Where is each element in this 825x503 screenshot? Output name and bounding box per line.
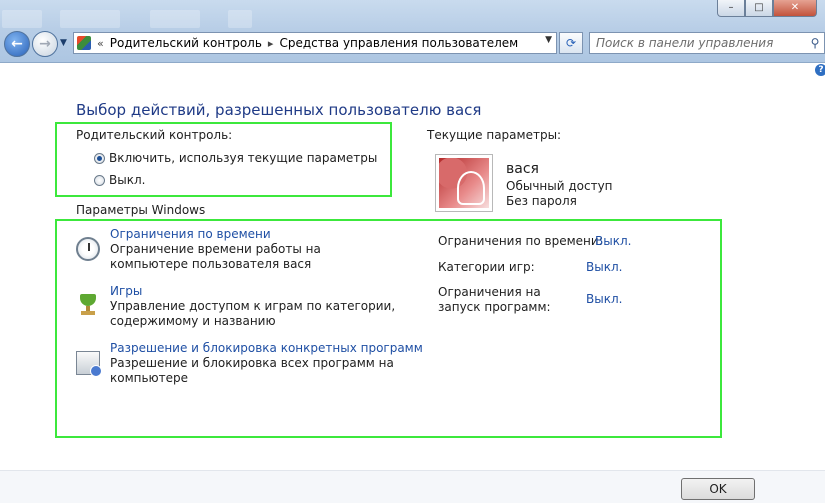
page-title: Выбор действий, разрешенных пользователю… — [76, 101, 482, 119]
control-panel-icon — [77, 36, 91, 50]
radio-enable-label[interactable]: Включить, используя текущие параметры — [109, 151, 377, 165]
status-time-limits-label: Ограничения по времени: — [438, 234, 603, 248]
forward-arrow-icon[interactable]: → — [32, 31, 58, 57]
status-games-value: Выкл. — [586, 260, 623, 274]
window-controls: – □ ✕ — [717, 0, 817, 17]
back-arrow-icon[interactable]: ← — [4, 31, 30, 57]
address-dropdown-icon[interactable]: ▼ — [545, 35, 552, 45]
radio-button-selected[interactable] — [94, 152, 105, 164]
user-avatar — [435, 154, 493, 212]
breadcrumb-parental-control[interactable]: Родительский контроль — [110, 36, 262, 50]
search-input[interactable]: Поиск в панели управления ⚲ — [589, 32, 825, 54]
user-name: вася — [506, 161, 539, 177]
toolbar-ghost — [60, 10, 120, 28]
minimize-button[interactable]: – — [717, 0, 745, 17]
programs-icon — [76, 351, 102, 377]
status-games-label: Категории игр: — [438, 260, 535, 274]
games-link[interactable]: Игры — [110, 284, 142, 298]
close-button[interactable]: ✕ — [773, 0, 817, 17]
address-bar[interactable]: « Родительский контроль ▸ Средства управ… — [73, 32, 557, 54]
user-password-status: Без пароля — [506, 194, 577, 208]
games-description: Управление доступом к играм по категории… — [110, 299, 396, 328]
search-placeholder: Поиск в панели управления — [596, 36, 774, 50]
help-icon[interactable]: ? — [815, 64, 825, 76]
maximize-button[interactable]: □ — [745, 0, 773, 17]
breadcrumb-separator-icon[interactable]: ▸ — [268, 37, 274, 50]
search-icon[interactable]: ⚲ — [806, 36, 824, 50]
refresh-icon[interactable]: ⟳ — [559, 32, 583, 54]
radio-enable[interactable]: Включить, используя текущие параметры — [94, 151, 377, 165]
clock-icon — [76, 237, 100, 261]
windows-settings-label: Параметры Windows — [76, 203, 206, 217]
status-time-limits-value: Выкл. — [595, 234, 632, 248]
ok-button[interactable]: OK — [681, 478, 755, 500]
user-account-type: Обычный доступ — [506, 179, 613, 193]
time-limits-description: Ограничение времени работы на компьютере… — [110, 242, 321, 271]
breadcrumb-user-controls[interactable]: Средства управления пользователем — [279, 36, 518, 50]
programs-description: Разрешение и блокировка всех программ на… — [110, 356, 394, 385]
toolbar-ghost — [150, 10, 200, 28]
status-programs-label: Ограничения на запуск программ: — [438, 285, 551, 314]
breadcrumb-overflow[interactable]: « — [97, 37, 104, 50]
time-limits-link[interactable]: Ограничения по времени — [110, 227, 271, 241]
parental-control-label: Родительский контроль: — [76, 128, 233, 142]
current-settings-label: Текущие параметры: — [427, 128, 562, 142]
toolbar-ghost — [2, 10, 42, 28]
status-programs-value: Выкл. — [586, 292, 623, 306]
radio-off-label[interactable]: Выкл. — [109, 173, 145, 187]
games-trophy-icon — [76, 292, 100, 316]
programs-link[interactable]: Разрешение и блокировка конкретных прогр… — [110, 341, 423, 355]
radio-off[interactable]: Выкл. — [94, 173, 145, 187]
toolbar-ghost — [228, 10, 252, 28]
recent-pages-dropdown-icon[interactable]: ▼ — [60, 38, 67, 48]
radio-button[interactable] — [94, 174, 105, 186]
